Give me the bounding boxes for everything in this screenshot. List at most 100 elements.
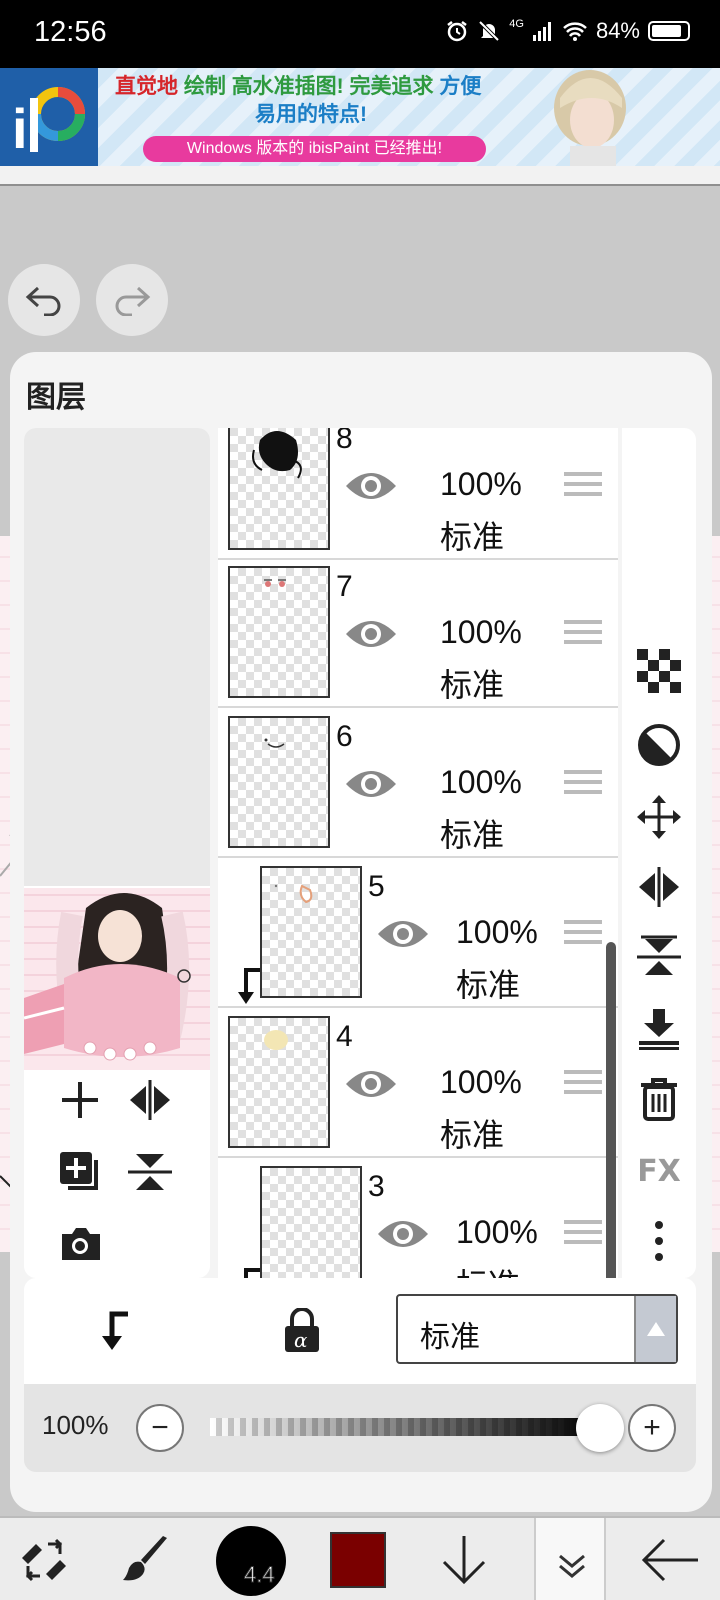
layer-opacity: 100% [440, 614, 522, 650]
dropdown-arrow[interactable] [634, 1296, 676, 1362]
camera-icon [62, 1228, 100, 1260]
brush-tool-button[interactable] [112, 1518, 182, 1600]
flip-horizontal-button[interactable] [632, 860, 686, 914]
ibispaint-logo: i [0, 68, 98, 166]
layer-down-button[interactable] [428, 1518, 500, 1600]
layer-row[interactable]: 8 100% 标准 [218, 428, 618, 560]
delete-layer-button[interactable] [632, 1072, 686, 1126]
flip-vertical-icon [637, 935, 681, 975]
blend-mode-value: 标准 [420, 1321, 480, 1354]
drag-handle-icon[interactable] [564, 768, 602, 796]
arrow-left-icon [641, 1538, 698, 1582]
ad-cta-pill[interactable]: Windows 版本的 ibisPaint 已经推出! [143, 136, 486, 162]
clipping-button[interactable] [84, 1302, 144, 1358]
layer-thumbnail[interactable] [228, 1016, 330, 1148]
layer-blend-mode: 标准 [440, 817, 505, 853]
visibility-eye-icon[interactable] [344, 1066, 398, 1102]
layers-list[interactable]: 8 100% 标准 7 100% 标准 6 100% 标准 5 100% 标准 … [218, 428, 618, 1278]
transparency-button[interactable] [632, 644, 686, 698]
mute-bell-icon [478, 20, 500, 42]
opacity-slider-track[interactable] [210, 1418, 600, 1436]
undo-icon [25, 286, 61, 316]
merge-down-icon [639, 1009, 679, 1050]
flip-layer-vertical-button[interactable] [120, 1144, 180, 1200]
duplicate-layer-button[interactable] [50, 1144, 110, 1200]
arrow-down-icon [442, 1536, 486, 1585]
more-options-button[interactable] [632, 1214, 686, 1268]
layer-row[interactable]: 4 100% 标准 [218, 1010, 618, 1158]
drag-handle-icon[interactable] [564, 1218, 602, 1246]
layer-opacity: 100% [440, 1064, 522, 1100]
layer-blend-mode: 标准 [456, 1260, 520, 1278]
layer-opacity: 100% [440, 764, 522, 800]
layers-button[interactable] [534, 1518, 606, 1600]
layer-preview-column [24, 428, 210, 1278]
layer-opacity: 100% [456, 914, 538, 950]
camera-button[interactable] [50, 1216, 110, 1272]
undo-button[interactable] [8, 264, 80, 336]
blend-mode-select[interactable]: 标准 [396, 1294, 678, 1364]
double-chevron-down-icon [559, 1554, 585, 1578]
layer-thumbnail[interactable] [228, 566, 330, 698]
clipping-arrow-icon [102, 1311, 128, 1350]
layer-row[interactable]: 6 100% 标准 [218, 710, 618, 858]
layer-row[interactable]: 3 100% 标准 [218, 1160, 618, 1278]
contrast-button[interactable] [632, 718, 686, 772]
alpha-lock-icon: α [285, 1308, 319, 1352]
layer-side-tools: FX [622, 428, 696, 1278]
layer-number: 4 [336, 1020, 353, 1053]
flip-layer-horizontal-button[interactable] [120, 1072, 180, 1128]
clipping-arrow-icon [238, 968, 260, 1004]
opacity-value: 100% [42, 1410, 109, 1440]
visibility-eye-icon[interactable] [344, 616, 398, 652]
trash-icon [641, 1078, 677, 1121]
back-button[interactable] [632, 1518, 708, 1600]
canvas-preview-thumbnail[interactable] [24, 888, 210, 1070]
visibility-eye-icon[interactable] [344, 468, 398, 504]
drag-handle-icon[interactable] [564, 918, 602, 946]
flip-horizontal-icon [130, 1080, 170, 1120]
layer-thumbnail[interactable] [228, 428, 330, 550]
layer-row[interactable]: 7 100% 标准 [218, 560, 618, 708]
ad-portrait-image [540, 68, 640, 166]
layer-row[interactable]: 5 100% 标准 [218, 860, 618, 1008]
drag-handle-icon[interactable] [564, 618, 602, 646]
layer-number: 6 [336, 720, 353, 753]
duplicate-icon [60, 1152, 98, 1190]
tool-switch-icon [22, 1538, 66, 1582]
alpha-lock-button[interactable]: α [272, 1302, 332, 1358]
ad-banner[interactable]: i 直觉地 绘制 高水准插图! 完美追求 方便 易用的特点! Windows 版… [0, 68, 720, 166]
ad-headline-part: 高水准插图! [231, 75, 344, 98]
more-vertical-icon [655, 1221, 663, 1261]
alarm-icon [447, 21, 468, 42]
layer-thumbnail[interactable] [260, 1166, 362, 1278]
drag-handle-icon[interactable] [564, 1068, 602, 1096]
merge-down-button[interactable] [632, 1002, 686, 1056]
drag-handle-icon[interactable] [564, 470, 602, 498]
ad-headline-part: 直觉地 [115, 75, 178, 98]
layer-blend-mode: 标准 [440, 519, 505, 555]
tool-switch-button[interactable] [12, 1518, 76, 1600]
visibility-eye-icon[interactable] [376, 916, 430, 952]
visibility-eye-icon[interactable] [376, 1216, 430, 1252]
layer-opacity: 100% [456, 1214, 538, 1250]
ad-headline-part: 绘制 [183, 75, 226, 98]
visibility-eye-icon[interactable] [344, 766, 398, 802]
redo-button[interactable] [96, 264, 168, 336]
flip-vertical-button[interactable] [632, 930, 686, 984]
battery-percent: 84% [595, 18, 640, 43]
layer-number: 8 [336, 428, 353, 455]
fx-button[interactable]: FX [632, 1144, 686, 1198]
move-layer-button[interactable] [632, 790, 686, 844]
layer-thumbnail[interactable] [260, 866, 362, 998]
contrast-icon [638, 724, 680, 766]
opacity-decrease-button[interactable]: − [136, 1404, 184, 1452]
color-swatch[interactable] [330, 1532, 386, 1588]
layer-thumbnail[interactable] [228, 716, 330, 848]
opacity-increase-button[interactable]: + [628, 1404, 676, 1452]
ad-headline-part: 完美追求 [349, 75, 434, 98]
signal-icon [532, 22, 551, 41]
add-layer-button[interactable] [50, 1072, 110, 1128]
opacity-slider-knob[interactable] [576, 1404, 624, 1452]
checkerboard-icon [637, 649, 681, 693]
